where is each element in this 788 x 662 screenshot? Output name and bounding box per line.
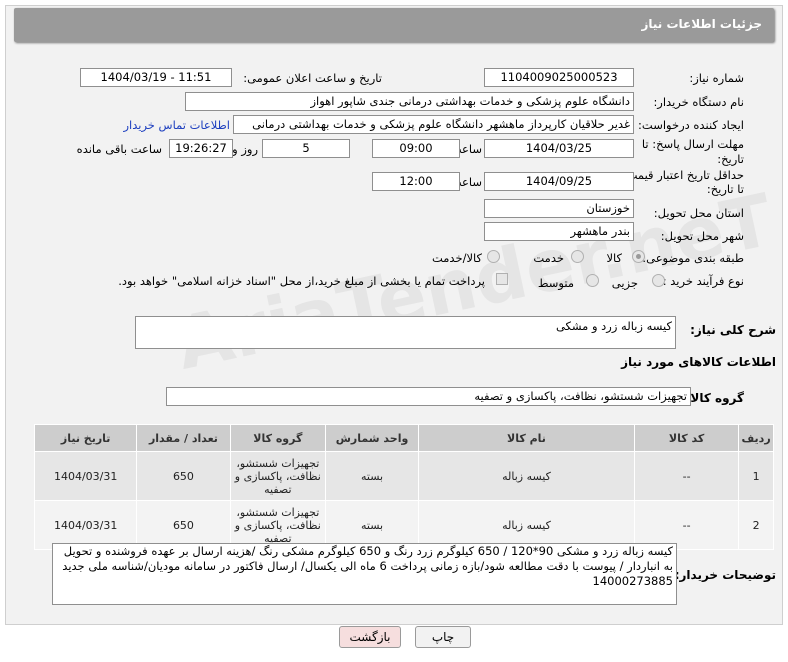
category-service-radio[interactable] <box>571 250 584 263</box>
need-number-label: شماره نیاز: <box>689 71 744 85</box>
items-table: ردیف کد کالا نام کالا واحد شمارش گروه کا… <box>33 424 774 550</box>
buyer-org-label: نام دستگاه خریدار: <box>653 95 744 109</box>
row-date: 1404/03/31 <box>33 451 138 501</box>
goods-section-title: اطلاعات کالاهای مورد نیاز <box>621 355 776 369</box>
row-name: کیسه زباله <box>417 451 636 501</box>
category-goods-label: کالا <box>606 251 622 265</box>
buyer-notes-label: توضیحات خریدار: <box>674 568 776 582</box>
treasury-payment-checkbox[interactable] <box>496 273 508 285</box>
province-label: استان محل تحویل: <box>653 206 744 220</box>
page-header: جزئیات اطلاعات نیاز <box>14 8 774 42</box>
announce-label: تاریخ و ساعت اعلان عمومی: <box>243 71 382 85</box>
city-label: شهر محل تحویل: <box>660 229 744 243</box>
remaining-time-field: 19:26:27 <box>169 139 233 158</box>
table-row: 1 -- کیسه زباله بسته تجهیزات شستشو، نظاف… <box>33 451 774 501</box>
process-medium-label: متوسط <box>537 276 574 290</box>
city-field: بندر ماهشهر <box>484 222 634 241</box>
need-number-field: 1104009025000523 <box>484 68 634 87</box>
row-unit: بسته <box>325 451 419 501</box>
goods-group-label: گروه کالا: <box>685 391 744 405</box>
process-label: نوع فرآیند خرید : <box>662 274 744 288</box>
announce-field: 1404/03/19 - 11:51 <box>80 68 232 87</box>
buyer-notes-field: کیسه زباله زرد و مشکی 90*120 / 650 کیلوگ… <box>52 543 677 605</box>
remaining-label: ساعت باقی مانده <box>76 142 162 156</box>
category-label: طبقه بندی موضوعی: <box>642 251 744 265</box>
col-group-header: گروه کالا <box>229 424 327 452</box>
validity-date-field: 1404/09/25 <box>484 172 634 191</box>
col-name-header: نام کالا <box>417 424 636 452</box>
process-medium-radio[interactable] <box>586 274 599 287</box>
category-both-label: کالا/خدمت <box>431 251 482 265</box>
validity-label-date: تا تاریخ: <box>706 182 744 196</box>
summary-field: کیسه زباله زرد و مشکی <box>135 316 676 349</box>
process-partial-label: جزیی <box>611 276 638 290</box>
deadline-time-field: 09:00 <box>372 139 460 158</box>
back-button[interactable]: بازگشت <box>339 626 401 648</box>
summary-label: شرح کلی نیاز: <box>690 323 776 337</box>
deadline-label-date: تاریخ: <box>717 152 744 166</box>
print-button[interactable]: چاپ <box>415 626 471 648</box>
row-index: 1 <box>738 451 774 501</box>
requester-field: غدیر حلاقیان کارپرداز ماهشهر دانشگاه علو… <box>233 115 634 134</box>
process-partial-radio[interactable] <box>652 274 665 287</box>
goods-group-field: تجهیزات شستشو، نظافت، پاکسازی و تصفیه <box>166 387 691 406</box>
row-code: -- <box>634 451 740 501</box>
requester-label: ایجاد کننده درخواست: <box>638 118 744 132</box>
category-goods-radio[interactable] <box>632 250 645 263</box>
buyer-org-field: دانشگاه علوم پزشکی و خدمات بهداشتی درمان… <box>185 92 634 111</box>
payment-note: پرداخت تمام یا بخشی از مبلغ خرید،از محل … <box>118 274 485 288</box>
days-label: روز و <box>232 142 258 156</box>
row-group: تجهیزات شستشو، نظافت، پاکسازی و تصفیه <box>229 451 327 501</box>
category-both-radio[interactable] <box>487 250 500 263</box>
category-service-label: خدمت <box>533 251 564 265</box>
province-field: خوزستان <box>484 199 634 218</box>
validity-label: حداقل تاریخ اعتبار قیمت: <box>622 168 744 182</box>
row-index: 2 <box>738 500 774 550</box>
col-row-header: ردیف <box>738 424 774 452</box>
row-qty: 650 <box>136 451 231 501</box>
validity-time-field: 12:00 <box>372 172 460 191</box>
page-title: جزئیات اطلاعات نیاز <box>641 17 762 31</box>
col-unit-header: واحد شمارش <box>325 424 419 452</box>
days-field: 5 <box>262 139 350 158</box>
buyer-contact-link[interactable]: اطلاعات تماس خریدار <box>123 118 230 132</box>
col-qty-header: تعداد / مقدار <box>136 424 231 452</box>
deadline-date-field: 1404/03/25 <box>484 139 634 158</box>
deadline-label: مهلت ارسال پاسخ: تا <box>641 137 744 151</box>
col-code-header: کد کالا <box>634 424 740 452</box>
col-date-header: تاریخ نیاز <box>33 424 138 452</box>
